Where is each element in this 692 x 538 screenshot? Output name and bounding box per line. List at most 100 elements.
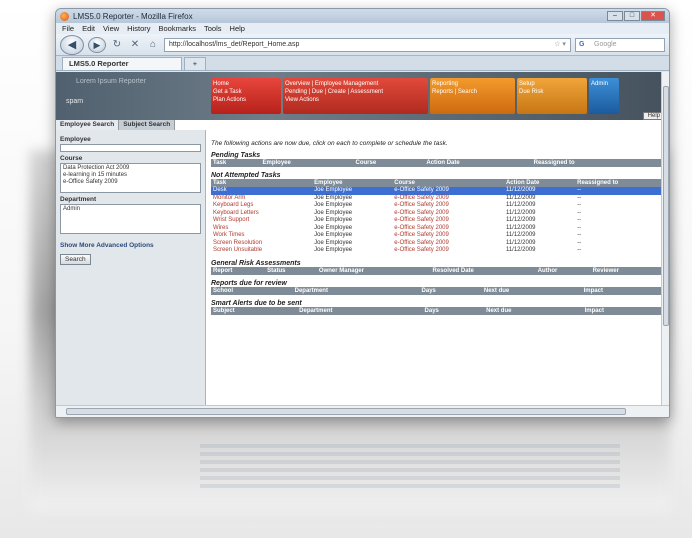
horizontal-scrollbar[interactable] (56, 405, 669, 417)
col-header[interactable]: Reviewer (590, 266, 661, 275)
table-row[interactable]: Keyboard Legs Joe Employee e-Office Safety… (211, 202, 661, 210)
col-header[interactable]: Impact (582, 306, 661, 315)
table-row[interactable]: Work Times Joe Employee e-Office Safety 20… (211, 232, 661, 240)
minimize-icon[interactable]: – (607, 11, 623, 21)
tile-overview[interactable]: Overview | Employee Management Pending |… (283, 78, 428, 114)
menu-file[interactable]: File (62, 24, 74, 33)
risk-table: Report Status Owner Manager Resolved Dat… (211, 266, 661, 275)
col-header[interactable]: Task (211, 179, 313, 187)
col-header[interactable]: Reassigned to (531, 159, 661, 167)
table-row[interactable]: Desk Joe Employee e-Office Safety 2009 11/1… (211, 187, 661, 195)
reports-review-table: School Department Days Next due Impact (211, 286, 661, 295)
col-header[interactable]: Report (211, 266, 266, 275)
col-header[interactable]: Course (392, 179, 504, 187)
search-input[interactable]: G Google (575, 37, 665, 52)
maximize-icon[interactable]: □ (624, 11, 640, 21)
course-option[interactable]: e-Office Safety 2009 (63, 179, 198, 186)
vertical-scrollbar[interactable] (661, 72, 669, 405)
col-header[interactable]: Status (265, 266, 317, 275)
tile-setup[interactable]: Setup Due Risk (517, 78, 587, 114)
menu-tools[interactable]: Tools (204, 24, 222, 33)
course-cell[interactable]: e-Office Safety 2009 (392, 210, 504, 218)
menu-bookmarks[interactable]: Bookmarks (159, 24, 197, 33)
department-listbox[interactable]: Admin (60, 204, 201, 234)
course-cell[interactable]: e-Office Safety 2009 (392, 217, 504, 225)
col-header[interactable]: Next due (481, 286, 582, 295)
table-row[interactable]: Screen Unsuitable Joe Employee e-Office Sa… (211, 247, 661, 255)
task-cell[interactable]: Screen Unsuitable (211, 247, 312, 255)
url-bar[interactable]: http://localhost/lms_det/Report_Home.asp… (164, 37, 571, 52)
col-header[interactable]: Days (419, 286, 482, 295)
col-header[interactable]: Employee (260, 159, 354, 167)
col-header[interactable]: Subject (211, 306, 298, 315)
nav-tiles: Home Get a Task Plan Actions Overview | … (211, 78, 669, 114)
table-row[interactable]: Keyboard Letters Joe Employee e-Office Saf… (211, 210, 661, 218)
date-cell: 11/12/2009 (505, 247, 536, 253)
tab-subject-search[interactable]: Subject Search (119, 120, 176, 130)
reload-icon[interactable]: ↻ (110, 39, 124, 50)
employee-field[interactable] (60, 144, 201, 152)
course-cell[interactable]: e-Office Safety 2009 (392, 187, 504, 195)
col-header[interactable]: Course (353, 159, 425, 167)
pending-table: Task Employee Course Action Date Reassig… (211, 159, 661, 167)
stop-icon[interactable]: ✕ (128, 39, 142, 50)
course-cell[interactable]: e-Office Safety 2009 (392, 247, 504, 255)
task-cell[interactable]: Screen Resolution (211, 240, 312, 248)
task-cell[interactable]: Wrist Support (211, 217, 312, 225)
menu-view[interactable]: View (103, 24, 119, 33)
google-icon: G (579, 40, 585, 48)
close-icon[interactable]: ✕ (641, 11, 665, 21)
course-option[interactable]: e-learning in 15 minutes (63, 172, 198, 179)
task-cell[interactable]: Wires (211, 225, 312, 233)
course-cell[interactable]: e-Office Safety 2009 (392, 225, 504, 233)
table-row[interactable]: Screen Resolution Joe Employee e-Office Sa… (211, 240, 661, 248)
col-header[interactable]: Reassigned to (575, 179, 661, 187)
course-cell[interactable]: e-Office Safety 2009 (392, 232, 504, 240)
tab-lms-reporter[interactable]: LMS5.0 Reporter (62, 57, 182, 70)
tab-employee-search[interactable]: Employee Search (56, 120, 120, 130)
col-header[interactable]: Department (297, 306, 423, 315)
tile-admin[interactable]: Admin (589, 78, 619, 114)
task-cell[interactable]: Desk (211, 187, 313, 195)
advanced-options-link[interactable]: Show More Advanced Options (60, 242, 201, 249)
menu-edit[interactable]: Edit (82, 24, 95, 33)
course-listbox[interactable]: Data Protection Act 2009 e-learning in 1… (60, 163, 201, 193)
col-header[interactable]: Impact (581, 286, 661, 295)
department-option[interactable]: Admin (63, 206, 198, 213)
home-icon[interactable]: ⌂ (146, 39, 160, 50)
task-cell[interactable]: Work Times (211, 232, 312, 240)
table-row[interactable]: Wires Joe Employee e-Office Safety 2009 11/… (211, 225, 661, 233)
forward-icon[interactable]: ▶ (88, 36, 106, 53)
col-header[interactable]: Action Date (503, 179, 576, 187)
menu-history[interactable]: History (127, 24, 150, 33)
tile-home[interactable]: Home Get a Task Plan Actions (211, 78, 281, 114)
course-cell[interactable]: e-Office Safety 2009 (392, 202, 504, 210)
col-header[interactable]: Days (422, 306, 485, 315)
menu-help[interactable]: Help (230, 24, 245, 33)
scroll-thumb[interactable] (663, 86, 669, 326)
url-text: http://localhost/lms_det/Report_Home.asp (169, 40, 300, 48)
tile-reporting[interactable]: Reporting Reports | Search (430, 78, 515, 114)
col-header[interactable]: School (211, 286, 293, 295)
course-cell[interactable]: e-Office Safety 2009 (392, 240, 504, 248)
col-header[interactable]: Employee (312, 179, 393, 187)
course-option[interactable]: Data Protection Act 2009 (63, 165, 198, 172)
col-header[interactable]: Action Date (424, 159, 532, 167)
search-button[interactable]: Search (60, 254, 91, 265)
course-cell[interactable]: e-Office Safety 2009 (392, 195, 504, 203)
scroll-thumb[interactable] (66, 408, 626, 415)
new-tab-button[interactable]: + (184, 57, 206, 70)
col-header[interactable]: Author (535, 266, 591, 275)
table-row[interactable]: Wrist Support Joe Employee e-Office Safety… (211, 217, 661, 225)
back-icon[interactable]: ◀ (60, 34, 84, 55)
col-header[interactable]: Task (211, 159, 261, 167)
col-header[interactable]: Owner Manager (316, 266, 431, 275)
col-header[interactable]: Resolved Date (430, 266, 536, 275)
task-cell[interactable]: Keyboard Legs (211, 202, 312, 210)
bookmark-star-icon[interactable]: ☆ ▾ (550, 39, 570, 51)
col-header[interactable]: Next due (484, 306, 583, 315)
table-row[interactable]: Monitor Arm Joe Employee e-Office Safety 2… (211, 195, 661, 203)
task-cell[interactable]: Keyboard Letters (211, 210, 312, 218)
col-header[interactable]: Department (292, 286, 420, 295)
task-cell[interactable]: Monitor Arm (211, 195, 312, 203)
